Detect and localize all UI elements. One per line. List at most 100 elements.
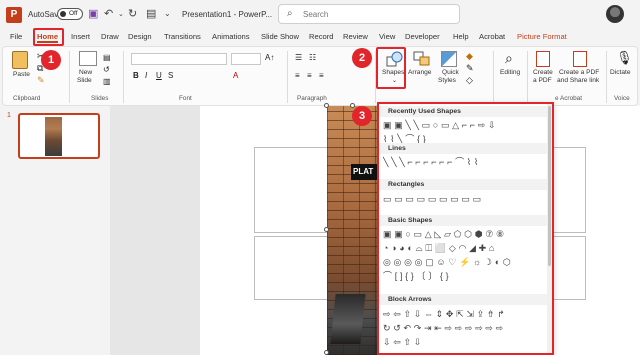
- reset-icon[interactable]: ↺: [103, 65, 110, 74]
- shapes-row[interactable]: ▭▭▭▭▭▭▭▭▭: [383, 193, 549, 205]
- new-slide-icon[interactable]: [79, 51, 97, 66]
- align-left-icon[interactable]: ≡: [295, 71, 300, 80]
- layout-icon[interactable]: ▤: [103, 53, 111, 62]
- shapes-row[interactable]: ◎◎◎◎▢☺♡⚡☼☽◐⬡: [383, 256, 549, 268]
- shapes-row[interactable]: ⌒[]{}〔〕{}: [383, 270, 549, 282]
- document-title: Presentation1 - PowerP...: [182, 10, 273, 19]
- voice-group-label: Voice: [614, 95, 630, 102]
- arrange-label: Arrange: [408, 69, 432, 76]
- tab-transitions[interactable]: Transitions: [164, 32, 201, 41]
- autosave-toggle[interactable]: Off: [57, 8, 83, 20]
- shapes-row[interactable]: ▣▣○▭△◺▱⬠⬡⬢⑦⑧: [383, 228, 549, 240]
- undo-dropdown-icon[interactable]: ⌄: [118, 10, 124, 18]
- ribbon-separator: [527, 51, 528, 103]
- shapes-row[interactable]: ╲╲╲⌐⌐⌐⌐⌐⌐⌒⌇⌇: [383, 156, 549, 168]
- shapes-row[interactable]: ⇩⇦⇧⇩: [383, 336, 549, 348]
- search-icon: ⌕: [287, 8, 293, 19]
- resize-handle[interactable]: [324, 103, 329, 108]
- present-icon[interactable]: ▤: [146, 7, 156, 20]
- tab-developer[interactable]: Developer: [405, 32, 440, 41]
- search-box[interactable]: ⌕: [278, 4, 460, 24]
- inserted-photo[interactable]: PLAT: [327, 106, 379, 355]
- editing-label: Editing: [500, 69, 521, 76]
- tab-slide-show[interactable]: Slide Show: [261, 32, 299, 41]
- underline-icon[interactable]: U: [156, 71, 162, 80]
- avatar[interactable]: [606, 5, 624, 23]
- callout-badge-1: 1: [41, 50, 61, 70]
- customize-icon[interactable]: ⌄: [164, 9, 171, 18]
- quick-styles-icon[interactable]: [441, 51, 457, 67]
- paste-label: Paste: [13, 71, 30, 78]
- resize-handle[interactable]: [324, 227, 329, 232]
- bold-icon[interactable]: B: [133, 71, 139, 80]
- tab-acrobat[interactable]: Acrobat: [479, 32, 505, 41]
- title-bar: P AutoSave Off ▣ ↶ ⌄ ↻ ▤ ⌄ Presentation1…: [0, 0, 640, 30]
- font-name-select[interactable]: [131, 53, 227, 65]
- photo-sign: PLAT: [351, 164, 379, 180]
- arrange-icon[interactable]: [413, 51, 431, 67]
- clipboard-group-label: Clipboard: [13, 95, 41, 102]
- tab-animations[interactable]: Animations: [212, 32, 250, 41]
- shapes-row[interactable]: ⇨⇦⇧⇩⇔⇕✥⇱⇲⇪⇮↱: [383, 308, 549, 320]
- undo-icon[interactable]: ↶: [104, 7, 113, 20]
- section-basic-shapes: Basic Shapes: [379, 215, 549, 226]
- thumbnail-photo: [45, 117, 62, 156]
- ribbon-tabs: File Home Insert Draw Design Transitions…: [0, 30, 640, 46]
- shapes-row[interactable]: ▣▣╲╲▭○▭△⌐⌐⇨⇩: [383, 119, 549, 131]
- autosave-state: Off: [69, 10, 78, 17]
- microphone-icon[interactable]: 🎙: [616, 50, 633, 66]
- tab-draw[interactable]: Draw: [101, 32, 119, 41]
- tab-file[interactable]: File: [10, 32, 22, 41]
- tab-picture-format[interactable]: Picture Format: [517, 32, 567, 41]
- ribbon-separator: [287, 51, 288, 103]
- resize-handle[interactable]: [350, 103, 355, 108]
- paste-icon[interactable]: [12, 51, 28, 69]
- font-size-select[interactable]: [231, 53, 261, 65]
- tab-help[interactable]: Help: [453, 32, 469, 41]
- photo-cart: [330, 294, 366, 344]
- dictate-label: Dictate: [610, 69, 631, 76]
- shapes-row[interactable]: ↻↺↶↷⇥⇤⇨⇨⇨⇨⇨⇨: [383, 322, 549, 334]
- resize-handle[interactable]: [324, 350, 329, 355]
- ribbon: Paste ✂ ⧉ ✎ Clipboard New Slide ▤ ↺ ▥ Sl…: [2, 46, 638, 106]
- numbering-icon[interactable]: ☷: [309, 53, 316, 62]
- acrobat-group-label: e Acrobat: [555, 95, 583, 102]
- shapes-scrollbar[interactable]: [547, 104, 552, 353]
- new-slide-label-2: Slide: [77, 77, 92, 84]
- scrollbar-thumb[interactable]: [548, 106, 551, 266]
- shape-fill-icon[interactable]: ◆: [466, 51, 473, 62]
- create-share-icon[interactable]: [573, 51, 587, 67]
- slide-thumbnail[interactable]: [18, 113, 100, 159]
- redo-icon[interactable]: ↻: [128, 7, 137, 20]
- shape-effects-icon[interactable]: ◇: [466, 75, 473, 86]
- grow-font-icon[interactable]: A↑: [265, 53, 274, 62]
- shapes-row[interactable]: ◔◑◕◐⌓◫⬜◇◠◢✚⌂: [383, 242, 549, 254]
- search-input[interactable]: [303, 8, 453, 21]
- bullets-icon[interactable]: ☰: [295, 53, 302, 62]
- align-center-icon[interactable]: ≡: [307, 71, 312, 80]
- italic-icon[interactable]: I: [145, 71, 147, 80]
- create-pdf-icon[interactable]: [536, 51, 550, 67]
- home-tab-highlight: [33, 28, 64, 46]
- shapes-gallery: Recently Used Shapes ▣▣╲╲▭○▭△⌐⌐⇨⇩ ⌇⌇╲⌒{}…: [377, 102, 554, 355]
- slide-number: 1: [7, 112, 11, 119]
- tab-review[interactable]: Review: [343, 32, 368, 41]
- section-icon[interactable]: ▥: [103, 77, 111, 86]
- save-icon[interactable]: ▣: [88, 7, 98, 20]
- tab-design[interactable]: Design: [128, 32, 152, 41]
- create-pdf-label-2: a PDF: [533, 77, 552, 84]
- editing-icon[interactable]: ⌕: [505, 50, 513, 67]
- align-right-icon[interactable]: ≡: [319, 71, 324, 80]
- format-painter-icon[interactable]: ✎: [37, 75, 45, 86]
- quick-styles-label-2: Styles: [438, 77, 456, 84]
- font-color-icon[interactable]: A: [233, 71, 238, 80]
- tab-record[interactable]: Record: [309, 32, 333, 41]
- ribbon-separator: [69, 51, 70, 103]
- section-rectangles: Rectangles: [379, 179, 549, 190]
- tab-view[interactable]: View: [379, 32, 395, 41]
- tab-insert[interactable]: Insert: [71, 32, 90, 41]
- shadow-icon[interactable]: S: [168, 71, 173, 80]
- section-recently-used-shapes: Recently Used Shapes: [379, 106, 549, 117]
- quick-styles-label-1: Quick: [442, 69, 459, 76]
- shape-outline-icon[interactable]: ✎: [466, 63, 474, 74]
